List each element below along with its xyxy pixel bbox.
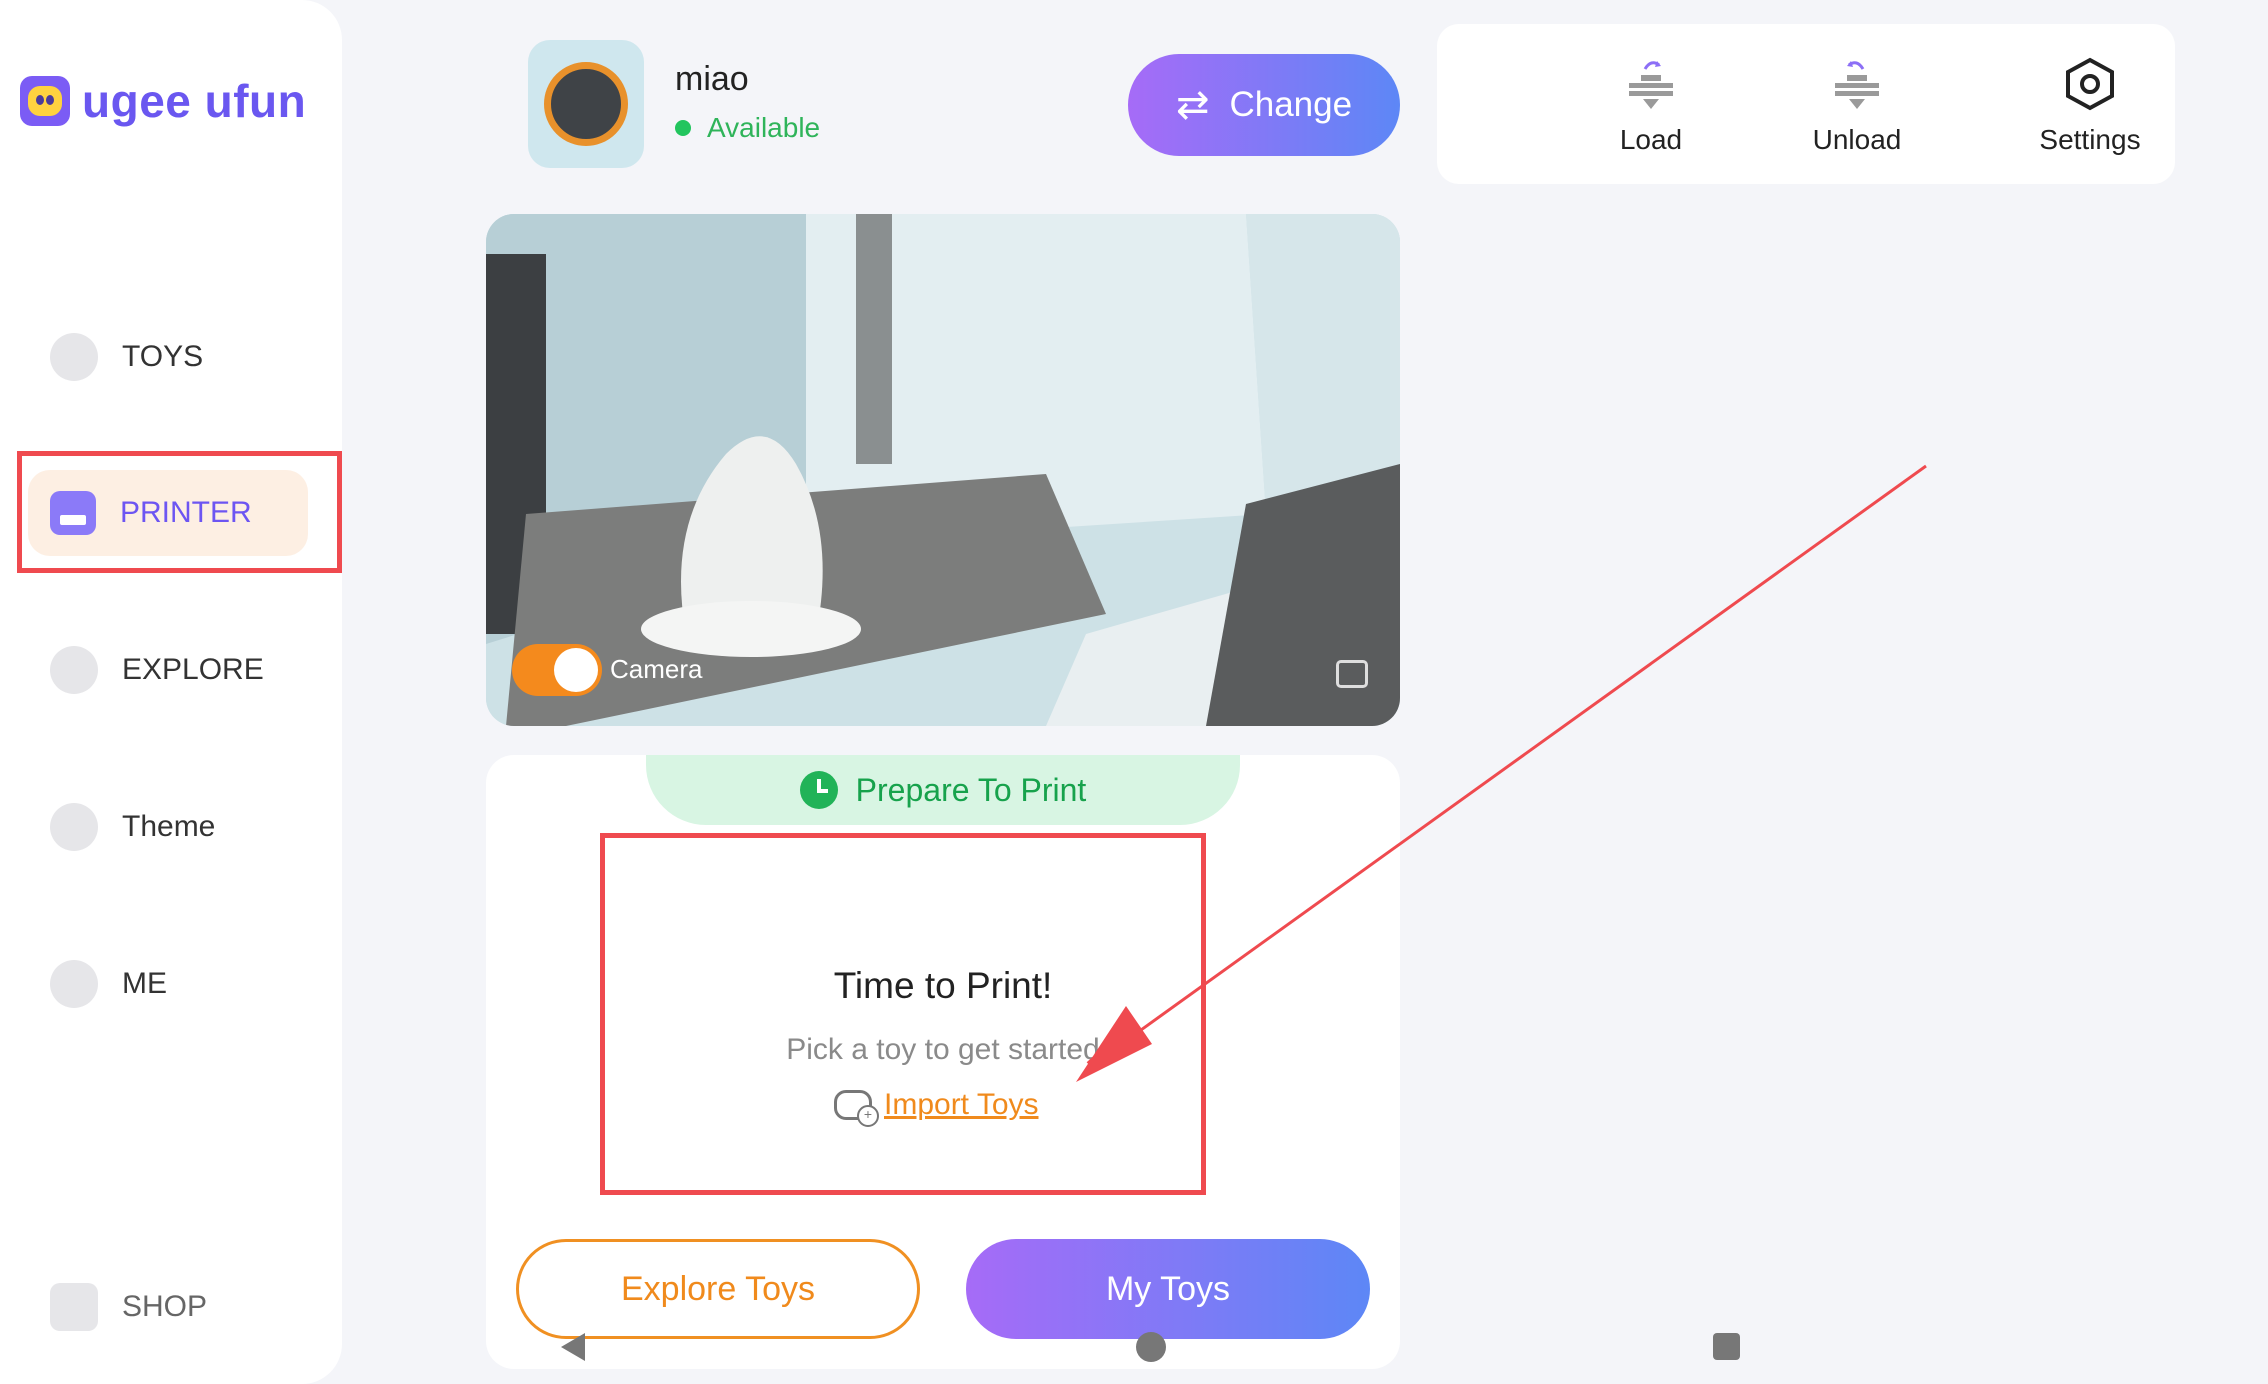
sidebar-item-shop[interactable]: SHOP [28, 1264, 308, 1350]
logo-text: ugee ufun [82, 75, 307, 127]
import-bear-icon [834, 1090, 879, 1127]
settings-hexagon-icon [2000, 54, 2180, 114]
sidebar-item-explore[interactable]: EXPLORE [28, 627, 308, 713]
star-icon [50, 803, 98, 851]
empty-state-subtitle: Pick a toy to get started [786, 1033, 1100, 1066]
printer-status: Available [675, 112, 820, 144]
camera-feed: Camera [486, 214, 1400, 726]
change-printer-button[interactable]: ⇄ Change [1128, 54, 1400, 156]
sidebar-item-label: PRINTER [120, 496, 252, 529]
status-dot-icon [675, 120, 691, 136]
printer-name: miao [675, 60, 749, 98]
unload-button[interactable]: Unload [1767, 54, 1947, 156]
import-toys-link[interactable]: Import Toys [834, 1088, 1039, 1127]
camera-toggle[interactable] [512, 644, 602, 696]
sidebar-item-toys[interactable]: TOYS [28, 314, 308, 400]
unload-filament-icon [1767, 54, 1947, 114]
camera-label: Camera [610, 654, 703, 684]
load-filament-icon [1561, 54, 1741, 114]
sidebar-item-printer[interactable]: PRINTER [28, 470, 308, 556]
settings-button[interactable]: Settings [2000, 54, 2180, 156]
prepare-status-tab: Prepare To Print [646, 755, 1240, 825]
printer-thumbnail [528, 40, 644, 168]
explore-toys-button[interactable]: Explore Toys [516, 1239, 920, 1339]
import-toys-label: Import Toys [884, 1088, 1039, 1121]
logo-icon [20, 76, 70, 126]
load-label: Load [1619, 124, 1683, 155]
fullscreen-icon[interactable] [1336, 660, 1368, 688]
sidebar-item-label: EXPLORE [122, 653, 264, 686]
change-button-label: Change [1229, 85, 1353, 124]
my-toys-button[interactable]: My Toys [966, 1239, 1370, 1339]
swap-arrows-icon: ⇄ [1175, 83, 1210, 127]
smiley-face-icon [50, 960, 98, 1008]
settings-label: Settings [2039, 124, 2141, 155]
teddy-bear-icon [50, 333, 98, 381]
sidebar: ugee ufun TOYS PRINTER EXPLORE Theme ME … [0, 0, 342, 1384]
sidebar-item-label: ME [122, 967, 167, 1000]
shopping-bag-icon [50, 1283, 98, 1331]
recent-apps-nav-icon[interactable] [1713, 1333, 1740, 1360]
printer-tools-panel: Load Unload Settings [1437, 24, 2175, 184]
empty-state-title: Time to Print! [833, 965, 1053, 1006]
sidebar-item-me[interactable]: ME [28, 941, 308, 1027]
sidebar-item-label: Theme [122, 810, 216, 843]
unload-label: Unload [1812, 124, 1902, 155]
printer-icon [50, 491, 96, 535]
sidebar-item-theme[interactable]: Theme [28, 784, 308, 870]
load-button[interactable]: Load [1561, 54, 1741, 156]
prepare-status-label: Prepare To Print [855, 771, 1087, 808]
planet-icon [50, 646, 98, 694]
printer-status-label: Available [707, 112, 821, 143]
clock-icon [799, 771, 838, 809]
sidebar-item-label: TOYS [122, 340, 204, 373]
home-nav-icon[interactable] [1136, 1332, 1166, 1362]
back-nav-icon[interactable] [561, 1333, 585, 1361]
app-logo: ugee ufun [20, 74, 306, 128]
sidebar-item-label: SHOP [122, 1290, 208, 1323]
print-status-card: Prepare To Print Time to Print! Pick a t… [486, 755, 1400, 1369]
